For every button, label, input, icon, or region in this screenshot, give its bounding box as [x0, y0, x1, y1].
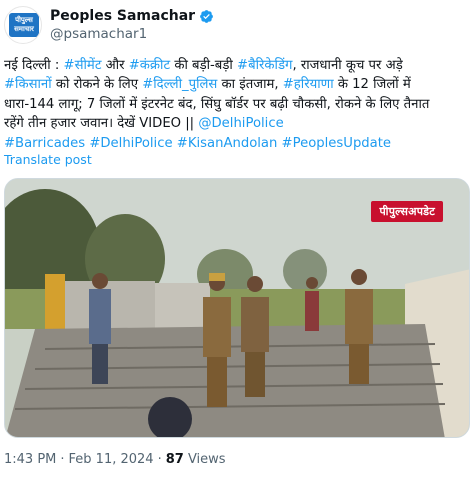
verified-badge-icon: [200, 9, 213, 23]
person-red: [305, 277, 319, 331]
person-left: [89, 273, 111, 384]
post-time[interactable]: 1:43 PM: [4, 452, 56, 467]
post-video[interactable]: पीपुल्सअपडेट: [4, 178, 470, 438]
separator: ·: [60, 452, 65, 467]
post-line-3: धारा-144 लागू; 7 जिलों में इंटरनेट बंद, …: [4, 96, 430, 112]
text-segment: के 12 जिलों में: [333, 77, 411, 93]
post-date[interactable]: Feb 11, 2024: [69, 452, 154, 467]
tree: [283, 249, 327, 293]
hashtag-link[interactable]: #कंक्रीट: [129, 58, 170, 73]
text-segment: की बड़ी-बड़ी: [170, 58, 238, 73]
text-segment: नई दिल्ली :: [4, 58, 64, 73]
name-row: Peoples Samachar: [50, 7, 214, 25]
post-meta: 1:43 PM · Feb 11, 2024 · 87 Views: [4, 452, 226, 467]
hashtag-link[interactable]: #हरियाणा: [283, 77, 334, 92]
post-text: नई दिल्ली : #सीमेंट और #कंक्रीट की बड़ी-…: [4, 56, 470, 153]
views-label: Views: [187, 452, 226, 467]
hashtags-line[interactable]: #Barricades #DelhiPolice #KisanAndolan #…: [4, 134, 470, 153]
post-line-1: नई दिल्ली : #सीमेंट और #कंक्रीट की बड़ी-…: [4, 56, 470, 75]
post-line-4: रहेंगे तीन हजार जवान। देखें VIDEO || @De…: [4, 114, 470, 133]
post-header: पीपुल्स समाचार Peoples Samachar @psamach…: [4, 4, 470, 44]
hashtag-link[interactable]: #सीमेंट: [64, 58, 102, 73]
translate-post-link[interactable]: Translate post: [4, 152, 92, 167]
text-segment: को रोकने के लिए: [51, 77, 143, 93]
avatar-logo: पीपुल्स समाचार: [9, 13, 39, 37]
user-handle[interactable]: @psamachar1: [50, 26, 147, 42]
mention-link[interactable]: @DelhiPolice: [198, 116, 283, 131]
watermark-logo: पीपुल्सअपडेट: [371, 201, 443, 222]
text-segment: और: [101, 58, 129, 73]
views-count: 87: [165, 452, 184, 467]
text-segment: का इंतजाम,: [217, 77, 283, 93]
hashtag-link[interactable]: #बैरिकेडिंग: [237, 58, 292, 73]
separator: ·: [157, 452, 162, 467]
text-segment: , राजधानी कूच पर अड़े: [292, 58, 403, 73]
post-line-2: #किसानों को रोकने के लिए #दिल्ली_पुलिस क…: [4, 75, 470, 94]
display-name[interactable]: Peoples Samachar: [50, 8, 195, 24]
railing: [45, 274, 65, 334]
hashtag-link[interactable]: #दिल्ली_पुलिस: [142, 77, 217, 92]
text-segment: रहेंगे तीन हजार जवान। देखें VIDEO ||: [4, 116, 199, 132]
post-card: पीपुल्स समाचार Peoples Samachar @psamach…: [0, 0, 474, 478]
avatar[interactable]: पीपुल्स समाचार: [4, 6, 42, 44]
hashtag-link[interactable]: #किसानों: [4, 77, 52, 92]
